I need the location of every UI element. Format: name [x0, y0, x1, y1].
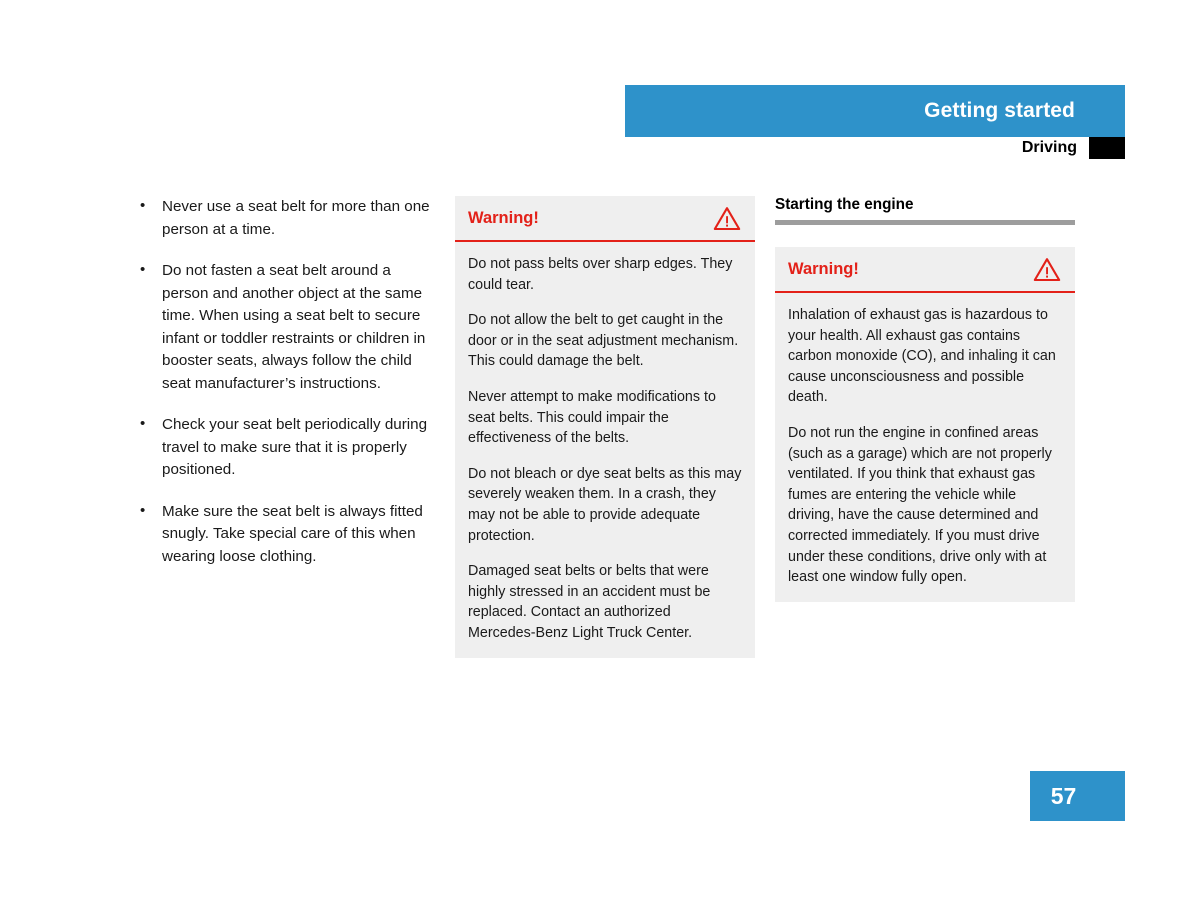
list-item: Check your seat belt periodically during…: [140, 413, 436, 482]
seat-belt-bullet-list: Never use a seat belt for more than one …: [140, 195, 436, 569]
warning-paragraph: Damaged seat belts or belts that were hi…: [468, 563, 711, 641]
warning-header: Warning!: [455, 196, 755, 242]
seat-belt-warning-box: Warning! Do not pass belts over sharp ed…: [455, 196, 755, 658]
warning-label: Warning!: [468, 208, 539, 227]
warning-triangle-icon: [713, 206, 741, 231]
warning-paragraph: Do not run the engine in confined areas …: [788, 424, 1052, 586]
warning-label: Warning!: [788, 259, 859, 278]
left-column: Never use a seat belt for more than one …: [140, 195, 436, 587]
warning-body: Do not pass belts over sharp edges. They…: [455, 242, 755, 658]
warning-paragraph: Do not pass belts over sharp edges. They…: [468, 256, 733, 293]
list-item: Make sure the seat belt is always fitted…: [140, 500, 436, 569]
warning-paragraph: Do not allow the belt to get caught in t…: [468, 312, 739, 370]
page-number-badge: 57: [1030, 771, 1125, 821]
middle-column: Warning! Do not pass belts over sharp ed…: [455, 196, 755, 658]
chapter-tab-marker: [1089, 137, 1125, 159]
warning-paragraph: Inhalation of exhaust gas is hazardous t…: [788, 307, 1056, 406]
section-divider: [775, 220, 1075, 225]
page-header-bar: Getting started: [625, 85, 1125, 137]
right-column: Starting the engine Warning! Inhalation …: [775, 196, 1075, 602]
exhaust-gas-warning-box: Warning! Inhalation of exhaust gas is ha…: [775, 247, 1075, 602]
warning-paragraph: Do not bleach or dye seat belts as this …: [468, 465, 742, 544]
list-item: Never use a seat belt for more than one …: [140, 195, 436, 241]
warning-header: Warning!: [775, 247, 1075, 293]
section-title: Starting the engine: [775, 196, 914, 213]
page-header-title: Getting started: [924, 99, 1075, 122]
warning-body: Inhalation of exhaust gas is hazardous t…: [775, 293, 1075, 602]
page-subheader-title: Driving: [1021, 139, 1077, 156]
warning-paragraph: Never attempt to make modifications to s…: [468, 388, 716, 447]
page-number: 57: [1050, 782, 1077, 809]
warning-triangle-icon: [1033, 257, 1061, 282]
list-item: Do not fasten a seat belt around a perso…: [140, 259, 436, 395]
page-subheader: Driving: [625, 137, 1125, 159]
